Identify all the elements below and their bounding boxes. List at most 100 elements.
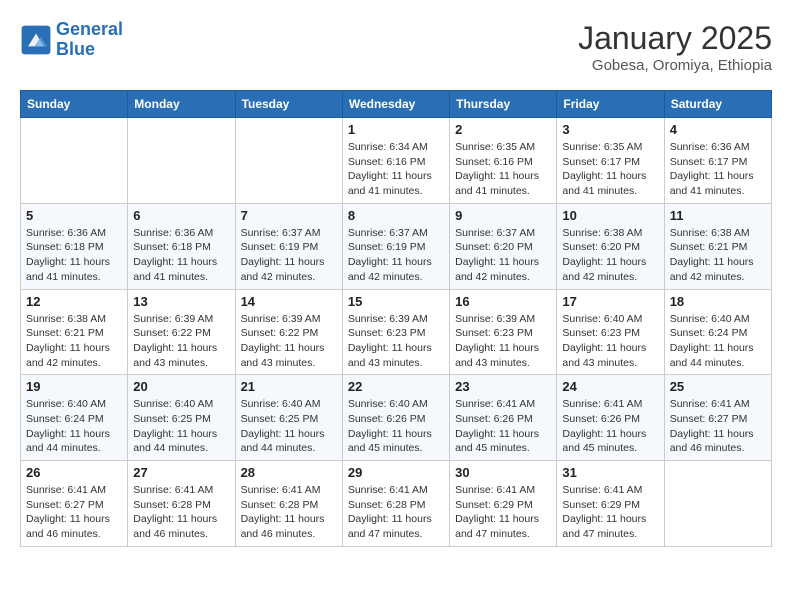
weekday-header-cell: Wednesday: [342, 91, 449, 118]
weekday-header-row: SundayMondayTuesdayWednesdayThursdayFrid…: [21, 91, 772, 118]
calendar-body: 1 Sunrise: 6:34 AMSunset: 6:16 PMDaylight…: [21, 118, 772, 547]
day-number: 5: [26, 208, 122, 223]
day-info: Sunrise: 6:35 AMSunset: 6:16 PMDaylight:…: [455, 140, 551, 199]
calendar-day-cell: 3Sunrise: 6:35 AMSunset: 6:17 PMDaylight…: [557, 118, 664, 204]
day-number: 19: [26, 379, 122, 394]
logo-text: General Blue: [56, 20, 123, 60]
day-info: Sunrise: 6:41 AMSunset: 6:29 PMDaylight:…: [455, 483, 551, 542]
calendar-day-cell: 19Sunrise: 6:40 AMSunset: 6:24 PMDayligh…: [21, 375, 128, 461]
calendar-day-cell: 11 Sunrise: 6:38 AMSunset: 6:21 PMDayligh…: [664, 203, 771, 289]
day-number: 27: [133, 465, 229, 480]
page-header: General Blue January 2025 Gobesa, Oromiy…: [20, 20, 772, 74]
day-number: 23: [455, 379, 551, 394]
day-info: Sunrise: 6:41 AMSunset: 6:26 PMDaylight:…: [455, 397, 551, 456]
day-number: 1: [348, 122, 444, 137]
calendar-day-cell: 12 Sunrise: 6:38 AMSunset: 6:21 PMDayligh…: [21, 289, 128, 375]
day-number: 13: [133, 294, 229, 309]
day-info: Sunrise: 6:41 AMSunset: 6:29 PMDaylight:…: [562, 483, 658, 542]
logo-line1: General: [56, 19, 123, 39]
weekday-header-cell: Sunday: [21, 91, 128, 118]
day-info: Sunrise: 6:37 AMSunset: 6:19 PMDaylight:…: [348, 226, 444, 285]
calendar-day-cell: 2 Sunrise: 6:35 AMSunset: 6:16 PMDaylight…: [450, 118, 557, 204]
calendar-day-cell: 16 Sunrise: 6:39 AMSunset: 6:23 PMDayligh…: [450, 289, 557, 375]
day-number: 4: [670, 122, 766, 137]
day-number: 16: [455, 294, 551, 309]
calendar-day-cell: 20Sunrise: 6:40 AMSunset: 6:25 PMDayligh…: [128, 375, 235, 461]
day-number: 18: [670, 294, 766, 309]
day-number: 14: [241, 294, 337, 309]
calendar-day-cell: 7 Sunrise: 6:37 AMSunset: 6:19 PMDaylight…: [235, 203, 342, 289]
day-number: 26: [26, 465, 122, 480]
day-info: Sunrise: 6:40 AMSunset: 6:23 PMDaylight:…: [562, 312, 658, 371]
calendar-day-cell: 26Sunrise: 6:41 AMSunset: 6:27 PMDayligh…: [21, 461, 128, 547]
day-number: 21: [241, 379, 337, 394]
calendar-day-cell: 1 Sunrise: 6:34 AMSunset: 6:16 PMDaylight…: [342, 118, 449, 204]
calendar-day-cell: 22 Sunrise: 6:40 AMSunset: 6:26 PMDayligh…: [342, 375, 449, 461]
calendar-day-cell: 30 Sunrise: 6:41 AMSunset: 6:29 PMDayligh…: [450, 461, 557, 547]
calendar-day-cell: 29 Sunrise: 6:41 AMSunset: 6:28 PMDayligh…: [342, 461, 449, 547]
day-info: Sunrise: 6:38 AMSunset: 6:21 PMDaylight:…: [670, 226, 766, 285]
logo: General Blue: [20, 20, 123, 60]
day-number: 29: [348, 465, 444, 480]
calendar-week-row: 19Sunrise: 6:40 AMSunset: 6:24 PMDayligh…: [21, 375, 772, 461]
day-info: Sunrise: 6:41 AMSunset: 6:28 PMDaylight:…: [241, 483, 337, 542]
calendar-week-row: 1 Sunrise: 6:34 AMSunset: 6:16 PMDaylight…: [21, 118, 772, 204]
day-info: Sunrise: 6:40 AMSunset: 6:24 PMDaylight:…: [670, 312, 766, 371]
calendar-day-cell: [664, 461, 771, 547]
day-number: 12: [26, 294, 122, 309]
calendar-week-row: 12 Sunrise: 6:38 AMSunset: 6:21 PMDayligh…: [21, 289, 772, 375]
day-info: Sunrise: 6:37 AMSunset: 6:20 PMDaylight:…: [455, 226, 551, 285]
calendar-day-cell: 24Sunrise: 6:41 AMSunset: 6:26 PMDayligh…: [557, 375, 664, 461]
day-info: Sunrise: 6:37 AMSunset: 6:19 PMDaylight:…: [241, 226, 337, 285]
day-info: Sunrise: 6:38 AMSunset: 6:21 PMDaylight:…: [26, 312, 122, 371]
day-number: 22: [348, 379, 444, 394]
day-info: Sunrise: 6:41 AMSunset: 6:28 PMDaylight:…: [348, 483, 444, 542]
day-number: 20: [133, 379, 229, 394]
day-info: Sunrise: 6:36 AMSunset: 6:18 PMDaylight:…: [133, 226, 229, 285]
calendar-day-cell: 5 Sunrise: 6:36 AMSunset: 6:18 PMDaylight…: [21, 203, 128, 289]
weekday-header-cell: Monday: [128, 91, 235, 118]
day-number: 28: [241, 465, 337, 480]
day-info: Sunrise: 6:36 AMSunset: 6:17 PMDaylight:…: [670, 140, 766, 199]
day-number: 6: [133, 208, 229, 223]
calendar-day-cell: [128, 118, 235, 204]
calendar-day-cell: 9Sunrise: 6:37 AMSunset: 6:20 PMDaylight…: [450, 203, 557, 289]
title-block: January 2025 Gobesa, Oromiya, Ethiopia: [578, 20, 772, 74]
day-info: Sunrise: 6:36 AMSunset: 6:18 PMDaylight:…: [26, 226, 122, 285]
day-info: Sunrise: 6:40 AMSunset: 6:26 PMDaylight:…: [348, 397, 444, 456]
day-info: Sunrise: 6:39 AMSunset: 6:22 PMDaylight:…: [241, 312, 337, 371]
day-number: 15: [348, 294, 444, 309]
calendar-day-cell: 14 Sunrise: 6:39 AMSunset: 6:22 PMDayligh…: [235, 289, 342, 375]
day-info: Sunrise: 6:39 AMSunset: 6:23 PMDaylight:…: [455, 312, 551, 371]
weekday-header-cell: Friday: [557, 91, 664, 118]
day-number: 25: [670, 379, 766, 394]
day-info: Sunrise: 6:39 AMSunset: 6:22 PMDaylight:…: [133, 312, 229, 371]
calendar-day-cell: 28 Sunrise: 6:41 AMSunset: 6:28 PMDayligh…: [235, 461, 342, 547]
day-info: Sunrise: 6:34 AMSunset: 6:16 PMDaylight:…: [348, 140, 444, 199]
day-number: 2: [455, 122, 551, 137]
calendar-day-cell: [235, 118, 342, 204]
day-info: Sunrise: 6:41 AMSunset: 6:28 PMDaylight:…: [133, 483, 229, 542]
calendar-day-cell: 25Sunrise: 6:41 AMSunset: 6:27 PMDayligh…: [664, 375, 771, 461]
day-number: 7: [241, 208, 337, 223]
calendar-week-row: 5 Sunrise: 6:36 AMSunset: 6:18 PMDaylight…: [21, 203, 772, 289]
calendar-day-cell: 23 Sunrise: 6:41 AMSunset: 6:26 PMDayligh…: [450, 375, 557, 461]
day-info: Sunrise: 6:40 AMSunset: 6:25 PMDaylight:…: [241, 397, 337, 456]
day-number: 8: [348, 208, 444, 223]
day-number: 11: [670, 208, 766, 223]
day-info: Sunrise: 6:41 AMSunset: 6:26 PMDaylight:…: [562, 397, 658, 456]
weekday-header-cell: Tuesday: [235, 91, 342, 118]
calendar-day-cell: [21, 118, 128, 204]
calendar-day-cell: 8 Sunrise: 6:37 AMSunset: 6:19 PMDaylight…: [342, 203, 449, 289]
calendar-day-cell: 6 Sunrise: 6:36 AMSunset: 6:18 PMDaylight…: [128, 203, 235, 289]
calendar-day-cell: 27 Sunrise: 6:41 AMSunset: 6:28 PMDayligh…: [128, 461, 235, 547]
month-title: January 2025: [578, 20, 772, 57]
day-info: Sunrise: 6:35 AMSunset: 6:17 PMDaylight:…: [562, 140, 658, 199]
day-number: 31: [562, 465, 658, 480]
day-number: 30: [455, 465, 551, 480]
calendar-day-cell: 21 Sunrise: 6:40 AMSunset: 6:25 PMDayligh…: [235, 375, 342, 461]
logo-line2: Blue: [56, 39, 95, 59]
calendar-day-cell: 15 Sunrise: 6:39 AMSunset: 6:23 PMDayligh…: [342, 289, 449, 375]
weekday-header-cell: Saturday: [664, 91, 771, 118]
day-info: Sunrise: 6:39 AMSunset: 6:23 PMDaylight:…: [348, 312, 444, 371]
